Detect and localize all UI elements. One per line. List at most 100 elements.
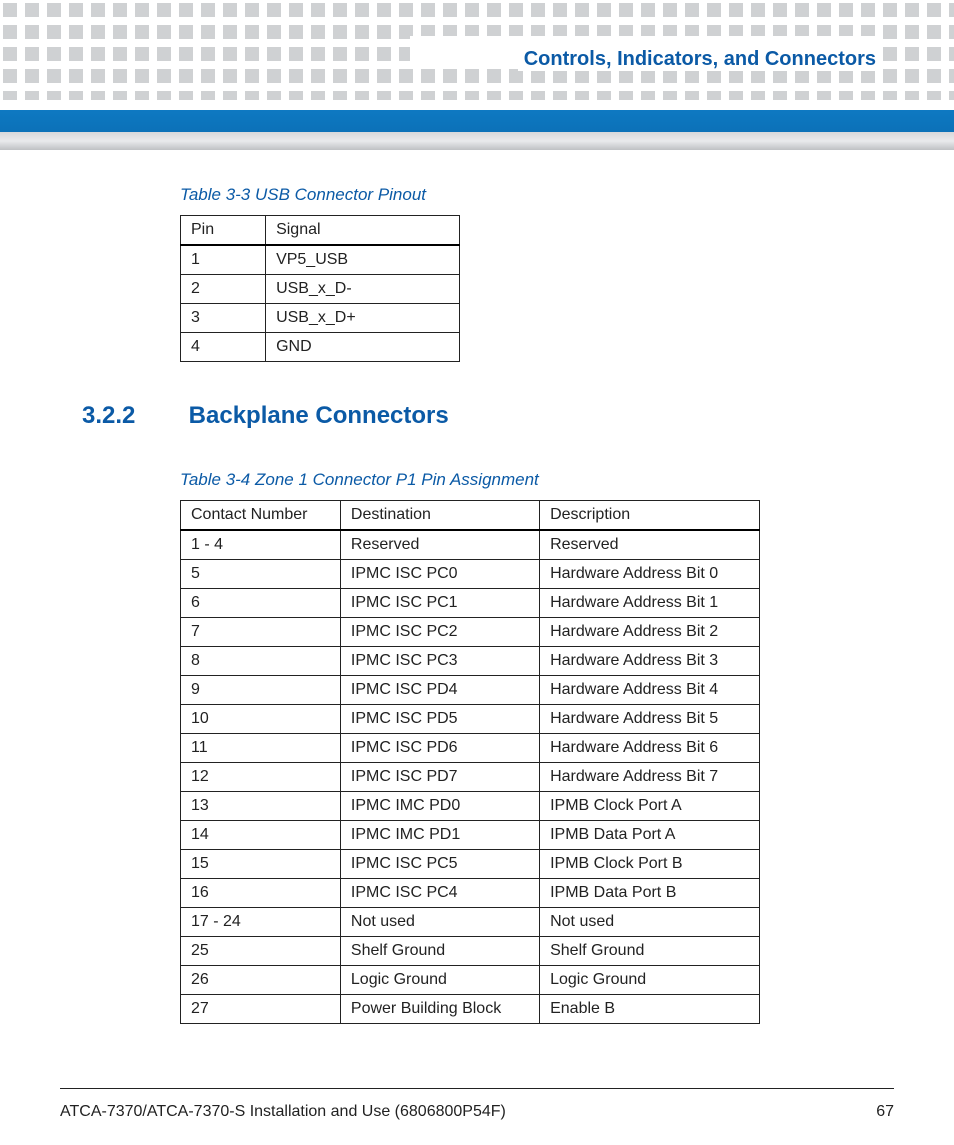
table-cell: Enable B (540, 995, 760, 1024)
table-row: 5IPMC ISC PC0Hardware Address Bit 0 (181, 560, 760, 589)
table-cell: USB_x_D- (266, 275, 460, 304)
table-cell: Hardware Address Bit 5 (540, 705, 760, 734)
table-cell: 6 (181, 589, 341, 618)
table-row: 6IPMC ISC PC1Hardware Address Bit 1 (181, 589, 760, 618)
table-row: 13IPMC IMC PD0IPMB Clock Port A (181, 792, 760, 821)
table-cell: 7 (181, 618, 341, 647)
table-cell: IPMC ISC PC5 (340, 850, 539, 879)
table-cell: IPMB Clock Port A (540, 792, 760, 821)
table-cell: 1 - 4 (181, 530, 341, 560)
table-cell: 13 (181, 792, 341, 821)
table-cell: Not used (540, 908, 760, 937)
footer-rule (60, 1088, 894, 1089)
table-3-3-caption: Table 3-3 USB Connector Pinout (180, 185, 894, 205)
footer-doc-title: ATCA-7370/ATCA-7370-S Installation and U… (60, 1103, 506, 1121)
table-cell: Hardware Address Bit 6 (540, 734, 760, 763)
section-heading: 3.2.2 Backplane Connectors (82, 402, 894, 430)
section-title: Backplane Connectors (189, 402, 449, 429)
table-cell: 4 (181, 333, 266, 362)
table-cell: 25 (181, 937, 341, 966)
table-cell: IPMC ISC PD6 (340, 734, 539, 763)
table-cell: IPMC IMC PD0 (340, 792, 539, 821)
table-cell: IPMC ISC PD7 (340, 763, 539, 792)
table-header: Pin (181, 216, 266, 246)
table-cell: 17 - 24 (181, 908, 341, 937)
table-usb-connector-pinout: Pin Signal 1VP5_USB2USB_x_D-3USB_x_D+4GN… (180, 215, 460, 362)
table-row: 14IPMC IMC PD1IPMB Data Port A (181, 821, 760, 850)
table-cell: GND (266, 333, 460, 362)
table-cell: Hardware Address Bit 4 (540, 676, 760, 705)
table-row: 1VP5_USB (181, 245, 460, 275)
table-cell: Hardware Address Bit 1 (540, 589, 760, 618)
table-row: 27Power Building BlockEnable B (181, 995, 760, 1024)
table-cell: IPMC IMC PD1 (340, 821, 539, 850)
table-cell: Hardware Address Bit 7 (540, 763, 760, 792)
table-row: 12IPMC ISC PD7Hardware Address Bit 7 (181, 763, 760, 792)
table-cell: IPMC ISC PD4 (340, 676, 539, 705)
table-row: 1 - 4ReservedReserved (181, 530, 760, 560)
table-row: 4GND (181, 333, 460, 362)
page-content: Table 3-3 USB Connector Pinout Pin Signa… (0, 175, 954, 1024)
table-cell: IPMC ISC PC2 (340, 618, 539, 647)
table-cell: Shelf Ground (540, 937, 760, 966)
table-cell: 1 (181, 245, 266, 275)
table-row: 10IPMC ISC PD5Hardware Address Bit 5 (181, 705, 760, 734)
table-cell: Power Building Block (340, 995, 539, 1024)
table-cell: 11 (181, 734, 341, 763)
table-cell: 5 (181, 560, 341, 589)
table-header: Signal (266, 216, 460, 246)
table-cell: IPMC ISC PC4 (340, 879, 539, 908)
table-cell: 12 (181, 763, 341, 792)
table-header: Description (540, 501, 760, 531)
footer-page-number: 67 (876, 1103, 894, 1121)
table-cell: Logic Ground (540, 966, 760, 995)
table-row: 26Logic GroundLogic Ground (181, 966, 760, 995)
table-cell: 26 (181, 966, 341, 995)
table-cell: 27 (181, 995, 341, 1024)
table-cell: Reserved (340, 530, 539, 560)
table-cell: USB_x_D+ (266, 304, 460, 333)
table-cell: Hardware Address Bit 0 (540, 560, 760, 589)
table-row: 25Shelf GroundShelf Ground (181, 937, 760, 966)
table-cell: Hardware Address Bit 2 (540, 618, 760, 647)
header-blue-bar (0, 110, 954, 132)
chapter-title: Controls, Indicators, and Connectors (518, 48, 882, 71)
table-cell: IPMB Data Port A (540, 821, 760, 850)
table-header: Destination (340, 501, 539, 531)
table-row: 11IPMC ISC PD6Hardware Address Bit 6 (181, 734, 760, 763)
table-cell: IPMB Clock Port B (540, 850, 760, 879)
table-cell: 8 (181, 647, 341, 676)
table-cell: 16 (181, 879, 341, 908)
table-cell: 2 (181, 275, 266, 304)
table-cell: 10 (181, 705, 341, 734)
table-cell: 15 (181, 850, 341, 879)
header-grey-bar (0, 132, 954, 150)
table-cell: Shelf Ground (340, 937, 539, 966)
table-cell: Reserved (540, 530, 760, 560)
table-cell: IPMC ISC PD5 (340, 705, 539, 734)
table-row: 8IPMC ISC PC3Hardware Address Bit 3 (181, 647, 760, 676)
table-row: 17 - 24Not usedNot used (181, 908, 760, 937)
table-cell: IPMC ISC PC1 (340, 589, 539, 618)
table-row: 9IPMC ISC PD4Hardware Address Bit 4 (181, 676, 760, 705)
table-row: 3USB_x_D+ (181, 304, 460, 333)
table-cell: VP5_USB (266, 245, 460, 275)
table-row: 7IPMC ISC PC2Hardware Address Bit 2 (181, 618, 760, 647)
table-zone1-connector-p1: Contact Number Destination Description 1… (180, 500, 760, 1024)
table-cell: Logic Ground (340, 966, 539, 995)
table-cell: Hardware Address Bit 3 (540, 647, 760, 676)
table-cell: 3 (181, 304, 266, 333)
table-3-4-caption: Table 3-4 Zone 1 Connector P1 Pin Assign… (180, 470, 894, 490)
table-cell: 14 (181, 821, 341, 850)
table-cell: IPMC ISC PC0 (340, 560, 539, 589)
table-header: Contact Number (181, 501, 341, 531)
table-cell: IPMB Data Port B (540, 879, 760, 908)
table-cell: Not used (340, 908, 539, 937)
table-row: 15IPMC ISC PC5IPMB Clock Port B (181, 850, 760, 879)
table-row: 2USB_x_D- (181, 275, 460, 304)
table-cell: IPMC ISC PC3 (340, 647, 539, 676)
section-number: 3.2.2 (82, 402, 182, 430)
table-row: 16IPMC ISC PC4IPMB Data Port B (181, 879, 760, 908)
page-footer: ATCA-7370/ATCA-7370-S Installation and U… (60, 1103, 894, 1121)
table-cell: 9 (181, 676, 341, 705)
